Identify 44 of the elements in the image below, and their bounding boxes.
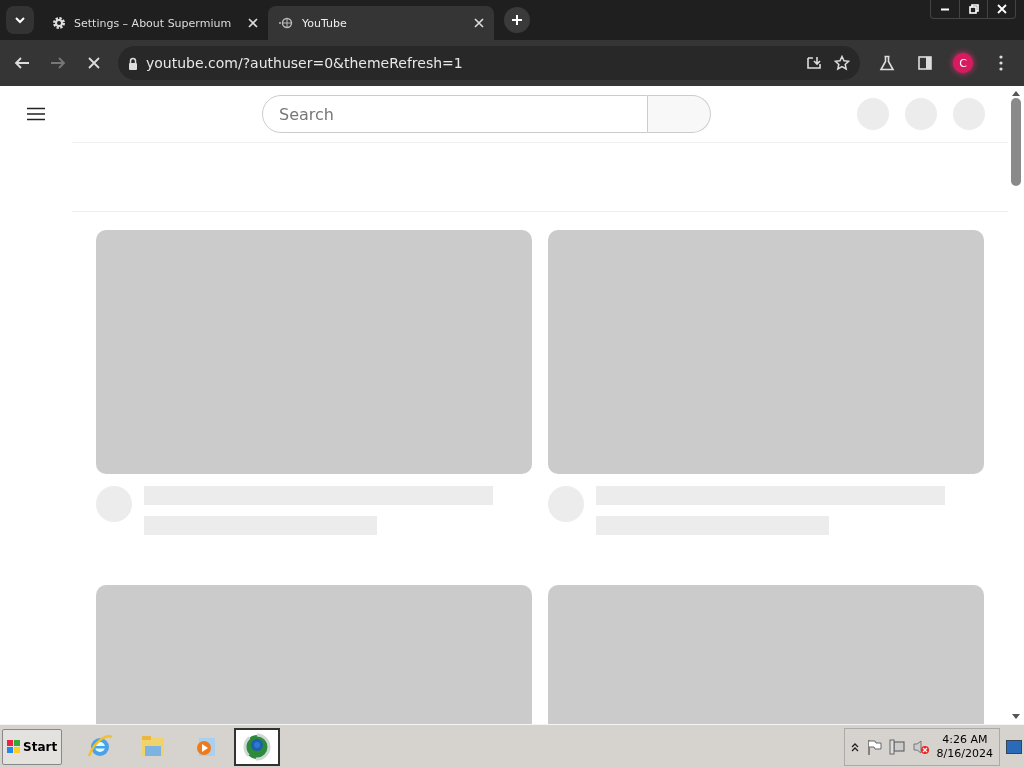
- url-text: youtube.com/?authuser=0&themeRefresh=1: [146, 55, 463, 71]
- gear-icon: [52, 16, 66, 30]
- show-desktop-button[interactable]: [1006, 739, 1022, 754]
- clock-date: 8/16/2024: [936, 746, 993, 761]
- scrollbar-thumb[interactable]: [1011, 98, 1021, 186]
- scroll-down-icon: [1012, 714, 1020, 720]
- tab-title: Settings – About Supermium: [74, 16, 233, 30]
- download-tray-icon: [806, 55, 822, 71]
- muted-speaker-icon[interactable]: [911, 738, 930, 755]
- flag-icon[interactable]: [865, 738, 882, 755]
- search-field[interactable]: Search: [262, 95, 648, 133]
- windows-logo-icon: [7, 739, 21, 754]
- loading-globe-icon: [278, 16, 294, 30]
- new-tab-button[interactable]: [504, 7, 530, 33]
- chevron-up-icon[interactable]: [850, 741, 859, 752]
- clock-time: 4:26 AM: [942, 732, 988, 747]
- lock-icon: [128, 56, 138, 70]
- back-arrow-icon: [14, 56, 30, 70]
- restore-icon: [968, 4, 979, 14]
- plus-icon: [511, 14, 523, 26]
- browser-tab[interactable]: Settings – About Supermium: [42, 6, 268, 40]
- taskbar-app-button[interactable]: [234, 727, 281, 766]
- globe-icon: [242, 731, 273, 762]
- menu-icon: [27, 107, 45, 121]
- close-icon: [996, 4, 1007, 14]
- profile-avatar: C: [953, 53, 973, 73]
- close-icon[interactable]: [474, 18, 484, 28]
- star-icon: [834, 55, 850, 71]
- tab-title: YouTube: [302, 16, 348, 30]
- profile-button[interactable]: C: [946, 47, 980, 79]
- chevron-down-icon: [14, 16, 26, 24]
- scroll-up-icon: [1012, 90, 1020, 96]
- close-icon[interactable]: [248, 18, 258, 28]
- minimize-icon: [940, 7, 950, 11]
- forward-arrow-icon: [50, 56, 66, 70]
- start-button[interactable]: Start: [2, 728, 63, 765]
- stop-icon: [87, 56, 101, 70]
- more-vertical-icon: [999, 55, 1003, 71]
- address-bar[interactable]: youtube.com/?authuser=0&themeRefresh=1: [118, 46, 860, 80]
- browser-tab[interactable]: YouTube: [268, 6, 494, 40]
- side-panel-icon: [917, 55, 933, 71]
- tab-list-button[interactable]: [6, 6, 34, 34]
- flask-icon: [879, 55, 895, 71]
- network-icon[interactable]: [888, 738, 905, 755]
